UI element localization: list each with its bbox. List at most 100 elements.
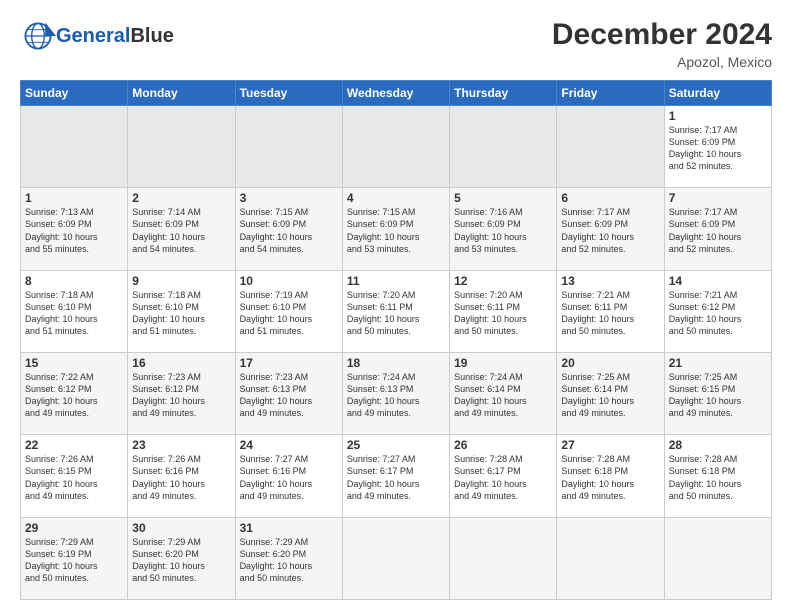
calendar-cell: 1Sunrise: 7:13 AMSunset: 6:09 PMDaylight…: [21, 188, 128, 270]
day-of-week-header: Sunday: [21, 81, 128, 106]
day-number: 21: [669, 356, 767, 370]
day-number: 1: [669, 109, 767, 123]
day-number: 6: [561, 191, 659, 205]
calendar-cell: [342, 517, 449, 599]
calendar-cell: 19Sunrise: 7:24 AMSunset: 6:14 PMDayligh…: [450, 352, 557, 434]
calendar-cell: 7Sunrise: 7:17 AMSunset: 6:09 PMDaylight…: [664, 188, 771, 270]
calendar-cell: 9Sunrise: 7:18 AMSunset: 6:10 PMDaylight…: [128, 270, 235, 352]
calendar-cell: 15Sunrise: 7:22 AMSunset: 6:12 PMDayligh…: [21, 352, 128, 434]
calendar-cell: [342, 106, 449, 188]
day-info: Sunrise: 7:24 AMSunset: 6:13 PMDaylight:…: [347, 371, 445, 420]
calendar-cell: 30Sunrise: 7:29 AMSunset: 6:20 PMDayligh…: [128, 517, 235, 599]
calendar-week-row: 1Sunrise: 7:13 AMSunset: 6:09 PMDaylight…: [21, 188, 772, 270]
calendar-cell: 29Sunrise: 7:29 AMSunset: 6:19 PMDayligh…: [21, 517, 128, 599]
location: Apozol, Mexico: [552, 54, 772, 70]
calendar-week-row: 22Sunrise: 7:26 AMSunset: 6:15 PMDayligh…: [21, 435, 772, 517]
day-info: Sunrise: 7:17 AMSunset: 6:09 PMDaylight:…: [669, 206, 767, 255]
calendar-cell: [235, 106, 342, 188]
calendar-week-row: 15Sunrise: 7:22 AMSunset: 6:12 PMDayligh…: [21, 352, 772, 434]
day-info: Sunrise: 7:23 AMSunset: 6:12 PMDaylight:…: [132, 371, 230, 420]
day-number: 20: [561, 356, 659, 370]
logo-blue: Blue: [130, 25, 173, 47]
logo: GeneralBlue: [20, 18, 174, 54]
day-number: 2: [132, 191, 230, 205]
calendar-week-row: 1Sunrise: 7:17 AMSunset: 6:09 PMDaylight…: [21, 106, 772, 188]
day-number: 25: [347, 438, 445, 452]
day-number: 19: [454, 356, 552, 370]
calendar-cell: 20Sunrise: 7:25 AMSunset: 6:14 PMDayligh…: [557, 352, 664, 434]
calendar-cell: 8Sunrise: 7:18 AMSunset: 6:10 PMDaylight…: [21, 270, 128, 352]
day-number: 17: [240, 356, 338, 370]
calendar-cell: [450, 106, 557, 188]
day-number: 8: [25, 274, 123, 288]
page: GeneralBlue December 2024 Apozol, Mexico…: [0, 0, 792, 612]
title-block: December 2024 Apozol, Mexico: [552, 18, 772, 70]
day-info: Sunrise: 7:24 AMSunset: 6:14 PMDaylight:…: [454, 371, 552, 420]
day-number: 23: [132, 438, 230, 452]
calendar-cell: 23Sunrise: 7:26 AMSunset: 6:16 PMDayligh…: [128, 435, 235, 517]
day-number: 14: [669, 274, 767, 288]
calendar-cell: 26Sunrise: 7:28 AMSunset: 6:17 PMDayligh…: [450, 435, 557, 517]
calendar-cell: 21Sunrise: 7:25 AMSunset: 6:15 PMDayligh…: [664, 352, 771, 434]
calendar-cell: 25Sunrise: 7:27 AMSunset: 6:17 PMDayligh…: [342, 435, 449, 517]
day-info: Sunrise: 7:25 AMSunset: 6:14 PMDaylight:…: [561, 371, 659, 420]
day-info: Sunrise: 7:29 AMSunset: 6:19 PMDaylight:…: [25, 536, 123, 585]
day-info: Sunrise: 7:28 AMSunset: 6:18 PMDaylight:…: [561, 453, 659, 502]
day-of-week-header: Wednesday: [342, 81, 449, 106]
month-year: December 2024: [552, 18, 772, 52]
day-number: 10: [240, 274, 338, 288]
day-info: Sunrise: 7:17 AMSunset: 6:09 PMDaylight:…: [669, 124, 767, 173]
calendar-cell: 12Sunrise: 7:20 AMSunset: 6:11 PMDayligh…: [450, 270, 557, 352]
calendar-cell: [128, 106, 235, 188]
header: GeneralBlue December 2024 Apozol, Mexico: [20, 18, 772, 70]
day-number: 29: [25, 521, 123, 535]
calendar-cell: 16Sunrise: 7:23 AMSunset: 6:12 PMDayligh…: [128, 352, 235, 434]
calendar-week-row: 8Sunrise: 7:18 AMSunset: 6:10 PMDaylight…: [21, 270, 772, 352]
day-info: Sunrise: 7:27 AMSunset: 6:17 PMDaylight:…: [347, 453, 445, 502]
day-info: Sunrise: 7:18 AMSunset: 6:10 PMDaylight:…: [25, 289, 123, 338]
day-number: 3: [240, 191, 338, 205]
calendar-cell: 11Sunrise: 7:20 AMSunset: 6:11 PMDayligh…: [342, 270, 449, 352]
day-info: Sunrise: 7:28 AMSunset: 6:18 PMDaylight:…: [669, 453, 767, 502]
calendar-cell: [450, 517, 557, 599]
day-number: 4: [347, 191, 445, 205]
calendar-cell: 2Sunrise: 7:14 AMSunset: 6:09 PMDaylight…: [128, 188, 235, 270]
day-number: 1: [25, 191, 123, 205]
day-number: 11: [347, 274, 445, 288]
day-info: Sunrise: 7:20 AMSunset: 6:11 PMDaylight:…: [454, 289, 552, 338]
day-info: Sunrise: 7:15 AMSunset: 6:09 PMDaylight:…: [240, 206, 338, 255]
day-info: Sunrise: 7:22 AMSunset: 6:12 PMDaylight:…: [25, 371, 123, 420]
day-number: 30: [132, 521, 230, 535]
logo-text: GeneralBlue: [56, 25, 174, 48]
calendar-cell: 18Sunrise: 7:24 AMSunset: 6:13 PMDayligh…: [342, 352, 449, 434]
day-info: Sunrise: 7:21 AMSunset: 6:11 PMDaylight:…: [561, 289, 659, 338]
day-info: Sunrise: 7:29 AMSunset: 6:20 PMDaylight:…: [132, 536, 230, 585]
calendar-cell: 13Sunrise: 7:21 AMSunset: 6:11 PMDayligh…: [557, 270, 664, 352]
day-number: 22: [25, 438, 123, 452]
day-number: 28: [669, 438, 767, 452]
calendar-cell: 1Sunrise: 7:17 AMSunset: 6:09 PMDaylight…: [664, 106, 771, 188]
calendar-cell: [664, 517, 771, 599]
day-info: Sunrise: 7:29 AMSunset: 6:20 PMDaylight:…: [240, 536, 338, 585]
calendar-cell: 27Sunrise: 7:28 AMSunset: 6:18 PMDayligh…: [557, 435, 664, 517]
calendar-cell: [21, 106, 128, 188]
day-info: Sunrise: 7:18 AMSunset: 6:10 PMDaylight:…: [132, 289, 230, 338]
day-info: Sunrise: 7:27 AMSunset: 6:16 PMDaylight:…: [240, 453, 338, 502]
day-of-week-header: Monday: [128, 81, 235, 106]
calendar-cell: 6Sunrise: 7:17 AMSunset: 6:09 PMDaylight…: [557, 188, 664, 270]
day-number: 31: [240, 521, 338, 535]
day-of-week-header: Tuesday: [235, 81, 342, 106]
calendar-week-row: 29Sunrise: 7:29 AMSunset: 6:19 PMDayligh…: [21, 517, 772, 599]
day-info: Sunrise: 7:19 AMSunset: 6:10 PMDaylight:…: [240, 289, 338, 338]
calendar-header-row: SundayMondayTuesdayWednesdayThursdayFrid…: [21, 81, 772, 106]
day-number: 15: [25, 356, 123, 370]
day-info: Sunrise: 7:26 AMSunset: 6:16 PMDaylight:…: [132, 453, 230, 502]
day-info: Sunrise: 7:23 AMSunset: 6:13 PMDaylight:…: [240, 371, 338, 420]
day-number: 18: [347, 356, 445, 370]
day-number: 7: [669, 191, 767, 205]
day-number: 26: [454, 438, 552, 452]
calendar-cell: 28Sunrise: 7:28 AMSunset: 6:18 PMDayligh…: [664, 435, 771, 517]
calendar-cell: 10Sunrise: 7:19 AMSunset: 6:10 PMDayligh…: [235, 270, 342, 352]
calendar-table: SundayMondayTuesdayWednesdayThursdayFrid…: [20, 80, 772, 600]
calendar-cell: 22Sunrise: 7:26 AMSunset: 6:15 PMDayligh…: [21, 435, 128, 517]
